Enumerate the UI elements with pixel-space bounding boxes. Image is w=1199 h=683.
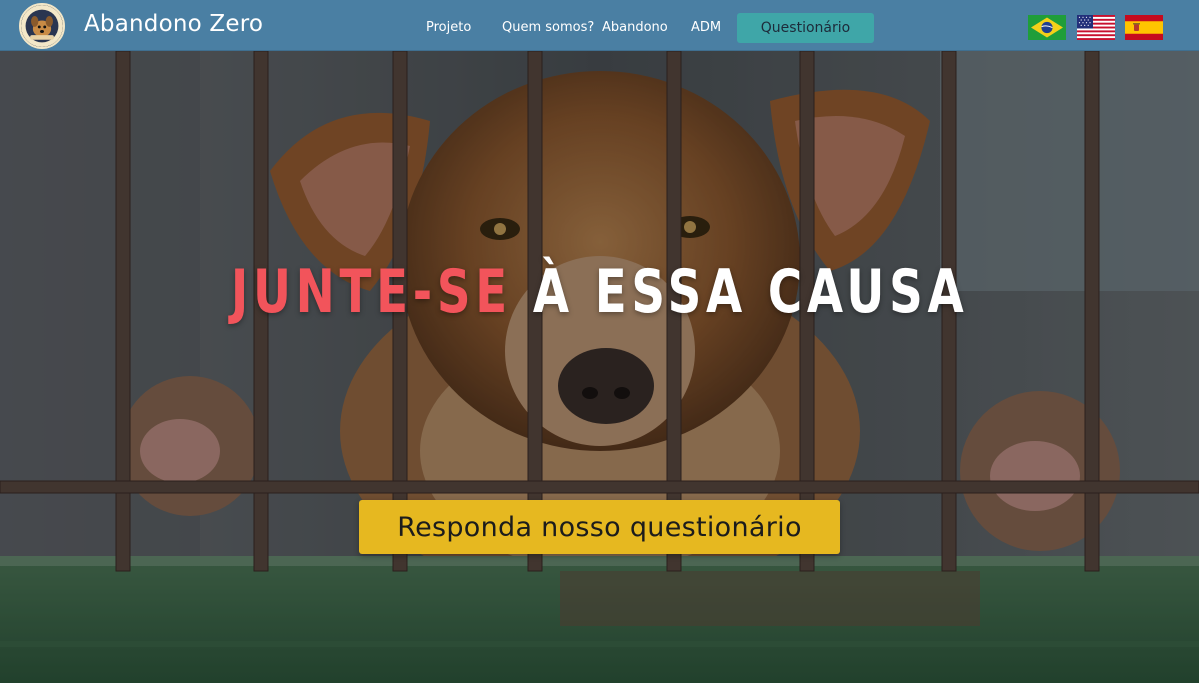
hero-headline-rest: À ESSA CAUSA <box>511 257 969 327</box>
nav-link-adm[interactable]: ADM <box>691 20 721 35</box>
spain-flag-icon[interactable] <box>1125 15 1163 40</box>
nav-link-projeto[interactable]: Projeto <box>426 20 471 35</box>
brazil-flag-icon[interactable] <box>1028 15 1066 40</box>
caged-dog-photo <box>0 51 1199 683</box>
dog-logo-icon[interactable] <box>19 3 65 49</box>
nav-link-quem-somos[interactable]: Quem somos? <box>502 20 594 35</box>
questionario-nav-button[interactable]: Questionário <box>737 13 874 43</box>
brand-name[interactable]: Abandono Zero <box>84 11 263 37</box>
questionario-hero-button[interactable]: Responda nosso questionário <box>359 500 840 554</box>
hero-section: JUNTE-SE À ESSA CAUSA Responda nosso que… <box>0 51 1199 683</box>
navbar: Abandono Zero Projeto Quem somos? Abando… <box>0 0 1199 51</box>
usa-flag-icon[interactable] <box>1077 15 1115 40</box>
nav-link-abandono[interactable]: Abandono <box>602 20 668 35</box>
hero-headline-accent: JUNTE-SE <box>230 257 512 327</box>
hero-headline: JUNTE-SE À ESSA CAUSA <box>132 257 1067 327</box>
